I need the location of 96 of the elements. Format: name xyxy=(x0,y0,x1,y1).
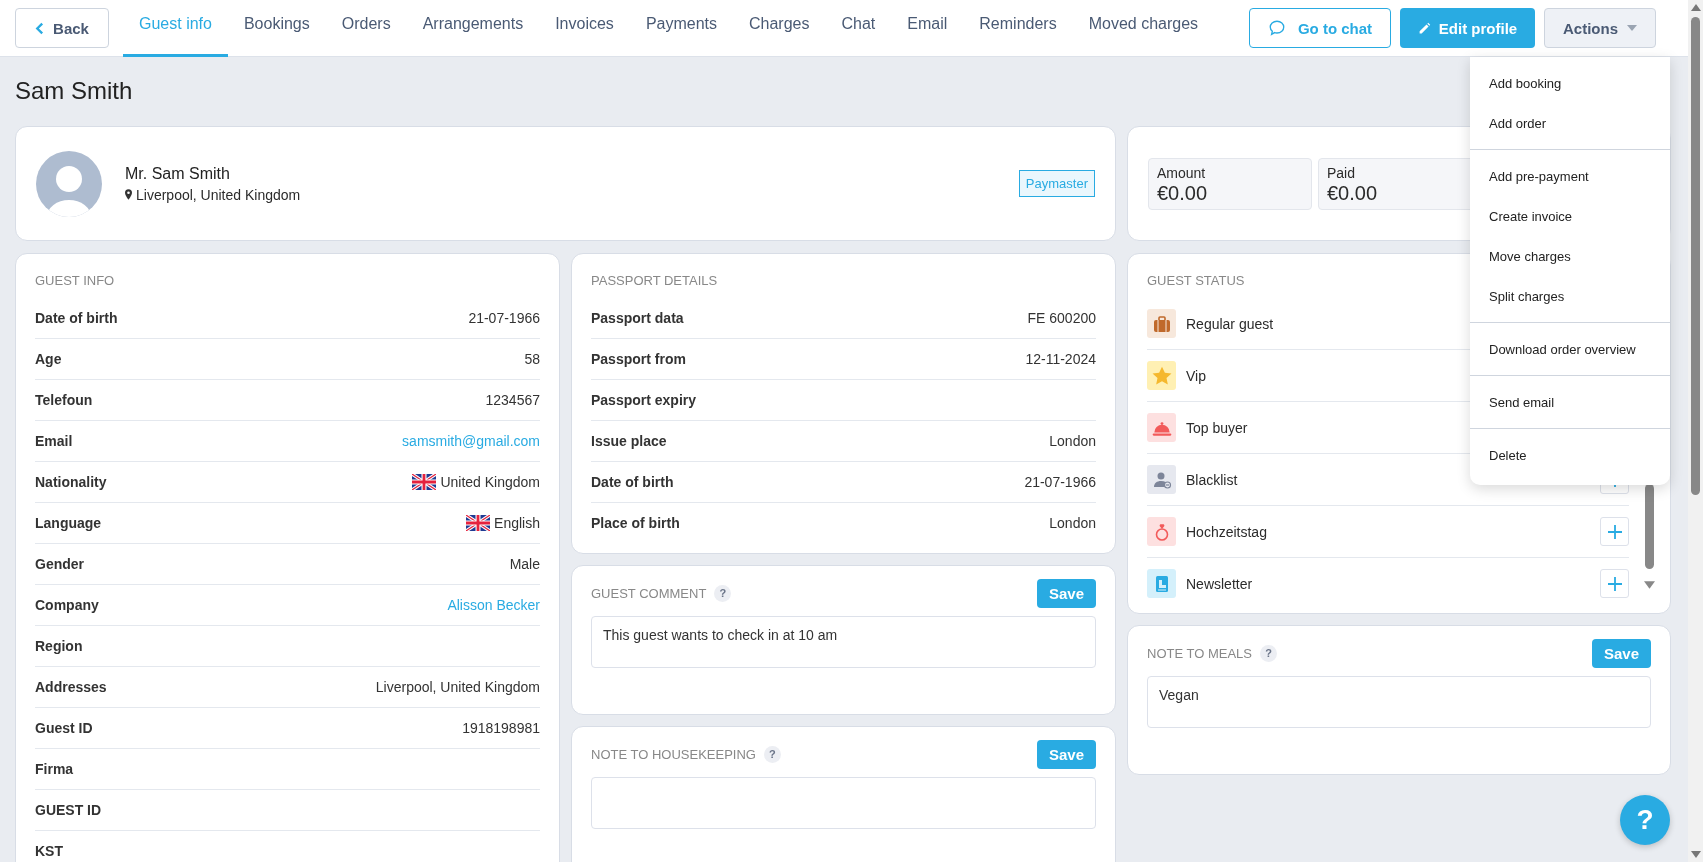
field-label: Nationality xyxy=(35,474,107,490)
help-icon[interactable]: ? xyxy=(1260,644,1277,662)
field-label: Region xyxy=(35,638,83,654)
scroll-up-icon[interactable] xyxy=(1690,4,1701,11)
flag-icon xyxy=(412,474,437,490)
flag-icon xyxy=(466,515,491,531)
total-label: Amount xyxy=(1157,164,1207,181)
field-label: GUEST ID xyxy=(35,802,102,818)
guest-name: Mr. Sam Smith xyxy=(125,164,231,183)
chat-bubble-icon xyxy=(1267,19,1286,37)
field-value: Liverpool, United Kingdom xyxy=(375,679,540,695)
scroll-down-icon[interactable] xyxy=(1644,581,1655,589)
tab[interactable]: Arrangements xyxy=(406,0,540,57)
field-value: English xyxy=(494,515,540,531)
status-label: Hochzeitstag xyxy=(1186,523,1267,540)
page-title: Sam Smith xyxy=(15,79,133,106)
field-label: Passport from xyxy=(591,351,686,367)
field-label: Addresses xyxy=(35,679,107,695)
menu-item[interactable]: Add pre-payment xyxy=(1470,156,1670,196)
plus-icon xyxy=(1606,523,1623,540)
field-label: Place of birth xyxy=(591,515,680,531)
actions-button[interactable]: Actions xyxy=(1544,8,1656,48)
field-label: Language xyxy=(35,515,102,531)
scrollbar[interactable] xyxy=(1644,484,1655,589)
field-value: 21-07-1966 xyxy=(468,310,540,326)
section-title: GUEST STATUS xyxy=(1147,273,1246,288)
scrollbar[interactable] xyxy=(1688,0,1703,862)
total-label: Paid xyxy=(1327,164,1357,181)
tab[interactable]: Reminders xyxy=(963,0,1073,57)
section-title: NOTE TO HOUSEKEEPING xyxy=(591,746,756,762)
tab[interactable]: Moved charges xyxy=(1072,0,1215,57)
caret-icon xyxy=(1627,25,1637,31)
field-value: Male xyxy=(509,556,540,572)
tab[interactable]: Charges xyxy=(733,0,826,57)
field-label: Date of birth xyxy=(35,310,118,326)
section-title: NOTE TO MEALS xyxy=(1147,645,1252,661)
field-value: 21-07-1966 xyxy=(1024,474,1096,490)
field-label: Gender xyxy=(35,556,84,572)
field-label: Date of birth xyxy=(591,474,674,490)
section-title: GUEST COMMENT xyxy=(591,585,707,601)
field-value: London xyxy=(1049,433,1096,449)
status-label: Top buyer xyxy=(1186,419,1248,436)
add-button[interactable] xyxy=(1600,517,1629,546)
plus-icon xyxy=(1606,575,1623,592)
field-value: London xyxy=(1049,515,1096,531)
field-label: Passport data xyxy=(591,310,684,326)
total-value: €0.00 xyxy=(1327,181,1379,205)
total-value: €0.00 xyxy=(1157,181,1209,205)
field-value: United Kingdom xyxy=(440,474,540,490)
field-label: Issue place xyxy=(591,433,667,449)
status-label: Vip xyxy=(1186,367,1206,384)
pencil-icon xyxy=(1417,21,1431,35)
field-label: Passport expiry xyxy=(591,392,697,408)
status-label: Regular guest xyxy=(1186,315,1274,332)
tab[interactable]: Email xyxy=(891,0,964,57)
paymaster-tag: Paymaster xyxy=(1018,170,1095,197)
section-title: PASSPORT DETAILS xyxy=(591,273,719,288)
chevron-left-icon xyxy=(35,21,45,35)
field-label: Age xyxy=(35,351,62,367)
location-pin-icon xyxy=(125,189,132,200)
scroll-down-icon[interactable] xyxy=(1690,851,1701,858)
menu-item[interactable]: Split charges xyxy=(1470,276,1670,316)
section-title: GUEST INFO xyxy=(35,273,116,288)
field-label: Telefoun xyxy=(35,392,93,408)
field-value: 12-11-2024 xyxy=(1025,351,1096,367)
field-value: 1234567 xyxy=(485,392,540,408)
status-label: Blacklist xyxy=(1186,471,1238,488)
guest-location: Liverpool, United Kingdom xyxy=(136,186,301,203)
menu-item[interactable]: Send email xyxy=(1470,382,1670,422)
tab[interactable]: Payments xyxy=(629,0,733,57)
menu-item[interactable]: Move charges xyxy=(1470,236,1670,276)
field-label: Guest ID xyxy=(35,720,93,736)
tab[interactable]: Chat xyxy=(825,0,892,57)
note-field[interactable] xyxy=(591,777,1096,829)
note-field[interactable]: Vegan xyxy=(1147,676,1651,728)
menu-item[interactable]: Create invoice xyxy=(1470,196,1670,236)
tab[interactable]: Invoices xyxy=(539,0,630,57)
menu-item[interactable]: Delete xyxy=(1470,435,1670,475)
note-field[interactable]: This guest wants to check in at 10 am xyxy=(591,616,1096,668)
field-label: Company xyxy=(35,597,99,613)
tab[interactable]: Orders xyxy=(325,0,407,57)
help-icon[interactable]: ? xyxy=(714,584,732,602)
field-label: KST xyxy=(35,843,63,859)
tab[interactable]: Bookings xyxy=(227,0,326,57)
field-label: Email xyxy=(35,433,73,449)
status-label: Newsletter xyxy=(1186,575,1253,592)
menu-item[interactable]: Download order overview xyxy=(1470,329,1670,369)
menu-item[interactable]: Add booking xyxy=(1470,63,1670,103)
menu-item[interactable]: Add order xyxy=(1470,103,1670,143)
help-icon[interactable]: ? xyxy=(763,745,781,763)
field-label: Firma xyxy=(35,761,74,777)
field-value: 1918198981 xyxy=(462,720,540,736)
field-value: FE 600200 xyxy=(1027,310,1096,326)
field-value: 58 xyxy=(524,351,540,367)
add-button[interactable] xyxy=(1600,569,1629,598)
back-button[interactable]: Back xyxy=(15,8,109,48)
